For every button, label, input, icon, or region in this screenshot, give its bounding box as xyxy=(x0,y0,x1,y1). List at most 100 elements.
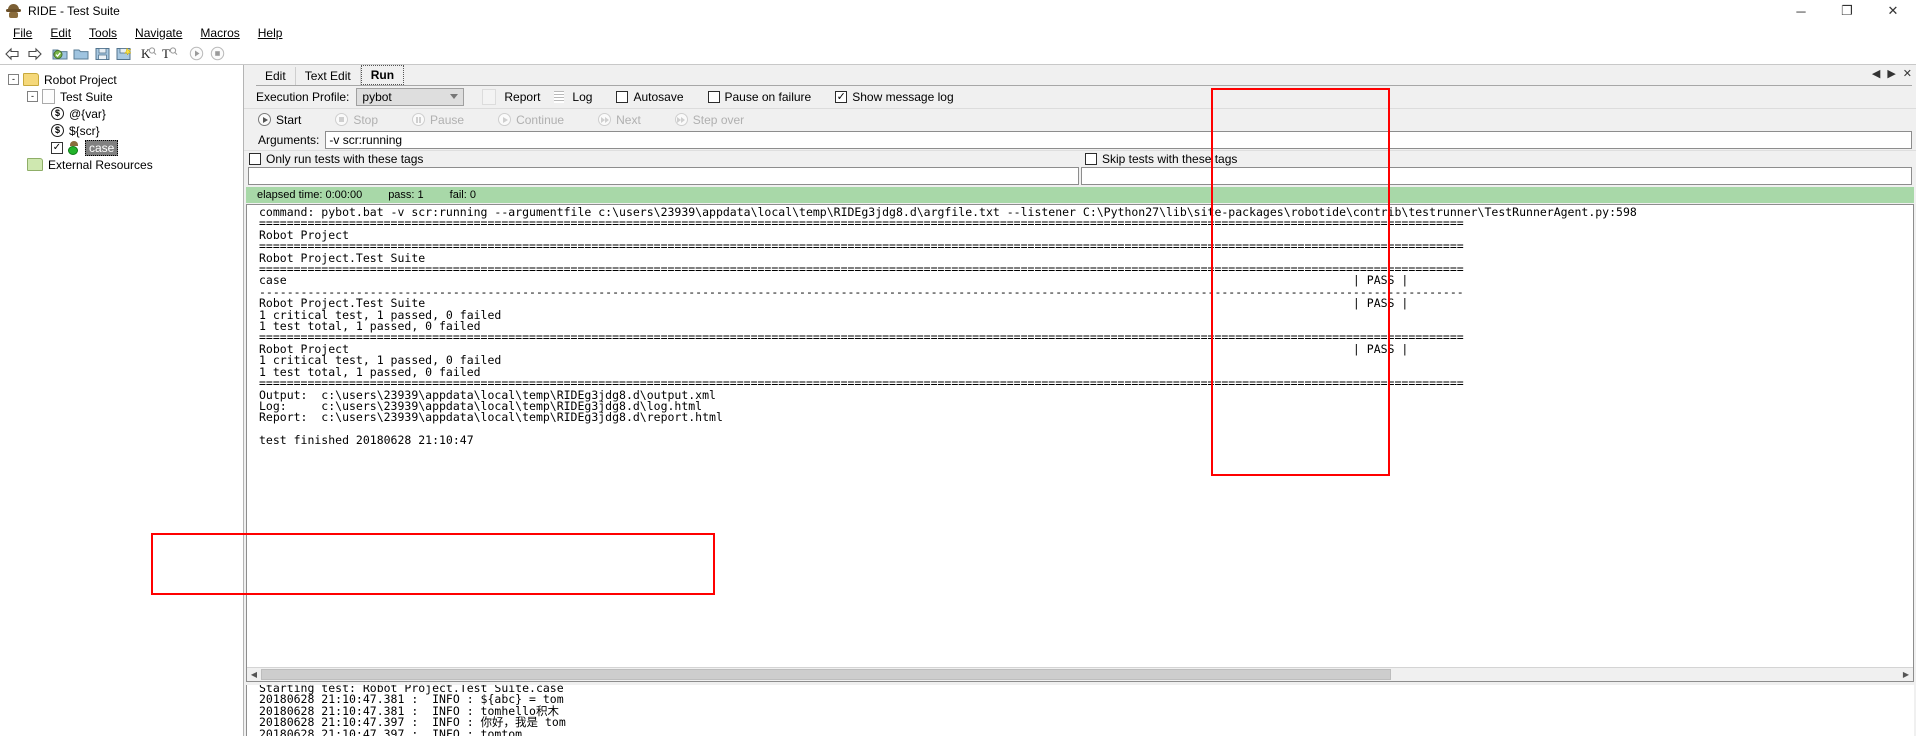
variable-icon: $ xyxy=(51,124,64,137)
continue-button[interactable]: Continue xyxy=(498,113,564,127)
continue-button-label: Continue xyxy=(516,112,565,127)
skip-tags-checkbox[interactable] xyxy=(1085,153,1097,165)
back-icon[interactable] xyxy=(3,44,23,63)
console-horizontal-scrollbar[interactable]: ◀ ▶ xyxy=(247,667,1913,681)
open-project-icon[interactable] xyxy=(50,44,70,63)
menu-macros[interactable]: Macros xyxy=(191,24,248,42)
menu-help-label: Help xyxy=(257,25,283,40)
log-icon[interactable] xyxy=(554,91,565,103)
forward-icon[interactable] xyxy=(24,44,44,63)
main-area: - Robot Project - Test Suite $ @{var} $ … xyxy=(0,65,1916,736)
skip-tags-label: Skip tests with these tags xyxy=(1102,152,1238,166)
document-icon xyxy=(42,89,55,104)
next-button[interactable]: Next xyxy=(598,113,641,127)
tree-node-test-suite[interactable]: - Test Suite xyxy=(0,88,243,105)
pause-on-failure-checkbox-wrap[interactable]: Pause on failure xyxy=(707,90,811,104)
tab-run[interactable]: Run xyxy=(360,65,405,85)
pause-on-failure-checkbox[interactable] xyxy=(707,91,720,103)
step-over-button-label: Step over xyxy=(692,112,745,127)
only-run-tags-checkbox-wrap[interactable]: Only run tests with these tags xyxy=(244,151,1080,167)
start-button[interactable]: Start xyxy=(258,113,301,127)
pause-icon xyxy=(412,113,426,126)
only-run-tags-checkbox[interactable] xyxy=(249,153,261,165)
tree-label-var: @{var} xyxy=(69,106,106,121)
main-toolbar: K T xyxy=(0,43,1916,65)
log-button[interactable]: Log xyxy=(572,90,592,104)
tab-close-icon[interactable]: ✕ xyxy=(1903,67,1912,80)
show-message-log-checkbox[interactable]: ✓ xyxy=(835,91,848,103)
run-panel: Edit Text Edit Run ◀ ▶ ✕ Execution Profi… xyxy=(244,65,1916,736)
test-case-checkbox[interactable]: ✓ xyxy=(51,141,63,154)
menu-navigate-label: Navigate xyxy=(135,25,183,40)
scroll-right-icon[interactable]: ▶ xyxy=(1899,668,1913,681)
arguments-input[interactable]: -v scr:running xyxy=(325,131,1912,149)
menu-help[interactable]: Help xyxy=(249,24,292,42)
tab-text-edit[interactable]: Text Edit xyxy=(295,67,361,85)
autosave-checkbox-wrap[interactable]: Autosave xyxy=(616,90,684,104)
menu-file-label: File xyxy=(13,25,33,40)
console-output-panel[interactable]: command: pybot.bat -v scr:running --argu… xyxy=(246,204,1914,682)
tab-edit[interactable]: Edit xyxy=(256,67,296,85)
editor-tabs: Edit Text Edit Run ◀ ▶ ✕ xyxy=(244,65,1916,85)
step-over-button[interactable]: Step over xyxy=(674,112,745,127)
tab-prev-icon[interactable]: ◀ xyxy=(1872,67,1880,80)
project-tree[interactable]: - Robot Project - Test Suite $ @{var} $ … xyxy=(0,65,244,736)
tags-header-row: Only run tests with these tags Skip test… xyxy=(244,150,1916,167)
minimize-button[interactable]: ─ xyxy=(1778,0,1824,22)
stop-icon[interactable] xyxy=(207,44,227,63)
arguments-value: -v scr:running xyxy=(329,133,403,147)
next-icon xyxy=(598,113,612,126)
window-title: RIDE - Test Suite xyxy=(28,3,120,18)
stepover-icon xyxy=(674,113,688,126)
run-icon[interactable] xyxy=(186,44,206,63)
menu-file[interactable]: File xyxy=(4,24,41,42)
only-run-tags-label: Only run tests with these tags xyxy=(266,152,424,166)
tree-node-case[interactable]: ✓ case xyxy=(0,139,243,156)
execution-profile-label: Execution Profile: xyxy=(256,90,350,104)
expander-test-suite[interactable]: - xyxy=(27,91,38,102)
chevron-down-icon xyxy=(450,94,459,99)
message-log-panel[interactable]: Starting test: Robot Project.Test Suite.… xyxy=(246,685,1914,736)
stop-button[interactable]: Stop xyxy=(335,113,378,127)
run-controls: Start Stop Pause Continue Next Step over xyxy=(244,108,1916,130)
open-directory-icon[interactable] xyxy=(71,44,91,63)
tree-node-robot-project[interactable]: - Robot Project xyxy=(0,71,243,88)
message-log-text: Starting test: Robot Project.Test Suite.… xyxy=(259,685,566,736)
menu-tools[interactable]: Tools xyxy=(80,24,126,42)
save-icon[interactable] xyxy=(92,44,112,63)
skip-tags-input[interactable] xyxy=(1081,167,1912,185)
maximize-button[interactable]: ❐ xyxy=(1824,0,1870,22)
show-message-log-checkbox-wrap[interactable]: ✓ Show message log xyxy=(835,90,954,104)
report-button[interactable]: Report xyxy=(504,90,540,104)
fail-count-label: fail: 0 xyxy=(449,189,476,201)
tree-node-scr[interactable]: $ ${scr} xyxy=(0,122,243,139)
console-scroll-thumb[interactable] xyxy=(261,669,1391,680)
execution-profile-select[interactable]: pybot xyxy=(356,88,465,106)
scroll-left-icon[interactable]: ◀ xyxy=(247,668,261,681)
tree-node-var[interactable]: $ @{var} xyxy=(0,105,243,122)
search-test-icon[interactable]: T xyxy=(160,44,180,63)
search-keyword-icon[interactable]: K xyxy=(139,44,159,63)
svg-text:T: T xyxy=(162,46,170,61)
only-run-tags-input[interactable] xyxy=(248,167,1079,185)
autosave-label: Autosave xyxy=(633,90,684,104)
next-button-label: Next xyxy=(616,112,641,127)
tab-nav-controls: ◀ ▶ ✕ xyxy=(1872,67,1912,80)
report-icon[interactable] xyxy=(482,89,497,105)
pause-button[interactable]: Pause xyxy=(412,113,464,127)
arguments-row: Arguments: -v scr:running xyxy=(244,130,1916,150)
play-icon xyxy=(258,113,271,126)
execution-profile-value: pybot xyxy=(362,90,392,104)
tree-label-external-resources: External Resources xyxy=(48,157,153,172)
menu-edit[interactable]: Edit xyxy=(41,24,80,42)
console-scroll-track[interactable] xyxy=(261,668,1899,681)
autosave-checkbox[interactable] xyxy=(616,91,629,103)
skip-tags-checkbox-wrap[interactable]: Skip tests with these tags xyxy=(1080,151,1916,167)
save-all-icon[interactable] xyxy=(113,44,133,63)
expander-robot-project[interactable]: - xyxy=(8,74,19,85)
tree-node-external-resources[interactable]: External Resources xyxy=(0,156,243,173)
tab-next-icon[interactable]: ▶ xyxy=(1887,67,1895,80)
variable-icon: $ xyxy=(51,107,64,120)
menu-navigate[interactable]: Navigate xyxy=(126,24,191,42)
close-button[interactable]: ✕ xyxy=(1870,0,1916,22)
